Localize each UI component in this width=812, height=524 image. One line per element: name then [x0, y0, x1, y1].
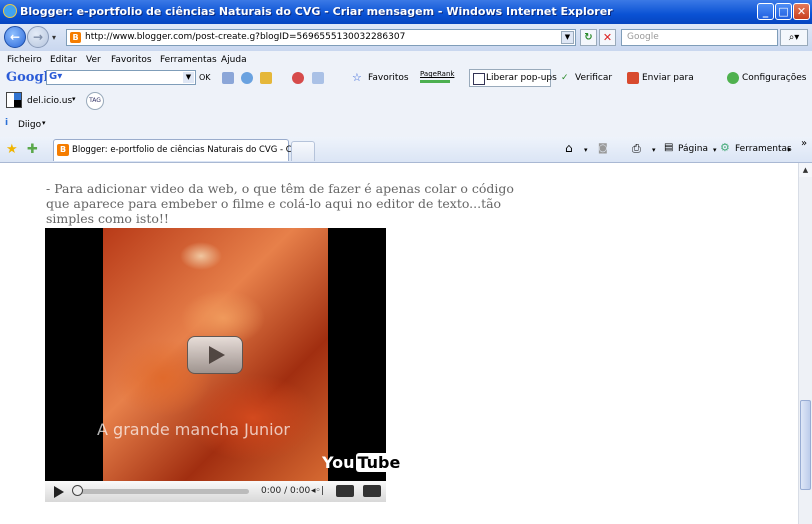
home-icon[interactable]: ⌂: [565, 141, 573, 155]
youtube-embed[interactable]: A grande mancha Junior You Tube 0:00 / 0:…: [45, 228, 403, 502]
blogger-favicon-icon: B: [70, 32, 81, 43]
google-dropdown-icon[interactable]: ▼: [183, 72, 194, 83]
diigo-logo-icon: i: [5, 118, 9, 128]
youtube-logo-tube: Tube: [355, 453, 403, 472]
favorites-center-icon[interactable]: ★: [6, 142, 18, 157]
youtube-logo[interactable]: You Tube: [322, 453, 403, 472]
close-button[interactable]: ✕: [793, 3, 810, 20]
settings-icon: [727, 72, 739, 84]
delicious-logo-icon[interactable]: [6, 92, 22, 108]
search-site-icon[interactable]: [241, 72, 253, 84]
ferramentas-dropdown-icon[interactable]: ▾: [787, 146, 791, 154]
progress-knob[interactable]: [72, 485, 83, 496]
scroll-thumb[interactable]: [800, 400, 811, 490]
bookmarks-icon[interactable]: [260, 72, 272, 84]
menu-ver[interactable]: Ver: [86, 55, 101, 65]
delicious-dropdown-icon[interactable]: ▾: [72, 95, 76, 103]
diigo-toolbar: i Diigo ▾: [0, 113, 812, 135]
diigo-button[interactable]: Diigo: [18, 120, 41, 130]
configuracoes-button[interactable]: Configurações: [742, 73, 806, 83]
history-dropdown-icon[interactable]: ▾: [52, 33, 56, 42]
google-search-input[interactable]: G▾ ▼: [46, 70, 196, 85]
print-dropdown-icon[interactable]: ▾: [652, 146, 656, 154]
delicious-label[interactable]: del.icio.us: [27, 96, 72, 106]
window-titlebar: Blogger: e-portfolio de ciências Naturai…: [0, 0, 812, 24]
address-dropdown-icon[interactable]: ▼: [561, 31, 574, 44]
ferramentas-menu[interactable]: Ferramentas: [735, 144, 792, 154]
time-display: 0:00 / 0:00: [261, 486, 311, 496]
address-url: http://www.blogger.com/post-create.g?blo…: [85, 32, 406, 42]
new-tab-button[interactable]: [291, 141, 315, 161]
delicious-toolbar: del.icio.us ▾ TAG: [0, 89, 812, 113]
youtube-logo-you: You: [322, 453, 355, 472]
home-dropdown-icon[interactable]: ▾: [584, 146, 588, 154]
search-button[interactable]: ⌕▾: [780, 29, 808, 46]
fullscreen-icon[interactable]: [363, 485, 381, 497]
tab-bar: ★ ✚ B Blogger: e-portfolio de ciências N…: [0, 137, 812, 163]
pagerank-indicator[interactable]: PageRank: [420, 70, 454, 78]
tab-title: Blogger: e-portfolio de ciências Naturai…: [72, 145, 311, 155]
address-bar-row: ← → ▾ B http://www.blogger.com/post-crea…: [0, 24, 812, 51]
screen-size-icon[interactable]: [336, 485, 354, 497]
add-favorites-icon[interactable]: ✚: [27, 142, 38, 157]
menu-ajuda[interactable]: Ajuda: [221, 55, 247, 65]
liberar-popups-button[interactable]: Liberar pop-ups: [469, 69, 557, 87]
rss-feed-icon[interactable]: ◙: [598, 143, 608, 154]
minimize-button[interactable]: _: [757, 3, 774, 20]
tag-button[interactable]: TAG: [86, 92, 104, 110]
pagina-menu[interactable]: Página: [678, 144, 708, 154]
vertical-scrollbar[interactable]: ▲: [798, 163, 812, 524]
search-input[interactable]: Google: [621, 29, 778, 46]
send-to-icon: [627, 72, 639, 84]
volume-icon[interactable]: ◂◦|: [311, 486, 324, 496]
popup-icon[interactable]: [312, 72, 324, 84]
google-ok-button[interactable]: OK: [199, 73, 211, 82]
forward-button[interactable]: →: [27, 26, 49, 48]
enviar-para-button[interactable]: Enviar para: [642, 73, 694, 83]
tools-gear-icon: ⚙: [720, 141, 730, 154]
scroll-up-icon[interactable]: ▲: [799, 163, 812, 177]
post-body-text[interactable]: - Para adicionar video da web, o que têm…: [46, 181, 526, 226]
pagerank-bar: [420, 80, 450, 83]
verificar-button[interactable]: Verificar: [575, 73, 612, 83]
menu-editar[interactable]: Editar: [50, 55, 77, 65]
news-icon[interactable]: [222, 72, 234, 84]
back-button[interactable]: ←: [4, 26, 26, 48]
menu-bar: Ficheiro Editar Ver Favoritos Ferramenta…: [0, 52, 812, 68]
more-chevron-icon[interactable]: »: [801, 138, 807, 149]
stop-button[interactable]: ✕: [599, 29, 616, 46]
video-controls: 0:00 / 0:00 ◂◦|: [45, 481, 386, 502]
diigo-dropdown-icon[interactable]: ▾: [42, 119, 46, 127]
pagina-dropdown-icon[interactable]: ▾: [713, 146, 717, 154]
ie-logo-icon: [3, 4, 17, 18]
popup-blocker-icon: [473, 73, 485, 85]
favoritos-button[interactable]: Favoritos: [368, 73, 409, 83]
translate-icon[interactable]: [292, 72, 304, 84]
menu-ficheiro[interactable]: Ficheiro: [7, 55, 42, 65]
maximize-button[interactable]: □: [775, 3, 792, 20]
google-g-icon: G▾: [49, 71, 63, 82]
google-toolbar: Google G▾ ▼ OK ☆ Favoritos PageRank Libe…: [0, 68, 812, 89]
play-icon[interactable]: [54, 486, 64, 498]
spellcheck-icon: ✓: [561, 73, 569, 83]
print-icon[interactable]: ⎙: [632, 142, 641, 156]
address-field[interactable]: B http://www.blogger.com/post-create.g?b…: [66, 29, 576, 46]
refresh-button[interactable]: ↻: [580, 29, 597, 46]
menu-favoritos[interactable]: Favoritos: [111, 55, 152, 65]
liberar-popups-label: Liberar pop-ups: [486, 73, 557, 83]
window-title: Blogger: e-portfolio de ciências Naturai…: [20, 5, 613, 18]
page-icon: ▤: [664, 142, 674, 153]
video-overlay-caption: A grande mancha Junior: [97, 420, 290, 439]
tab-favicon-icon: B: [57, 144, 69, 156]
progress-bar[interactable]: [73, 489, 249, 494]
favorites-star-icon[interactable]: ☆: [352, 71, 362, 84]
menu-ferramentas[interactable]: Ferramentas: [160, 55, 217, 65]
play-overlay-button[interactable]: [187, 336, 243, 374]
tab-blogger[interactable]: B Blogger: e-portfolio de ciências Natur…: [53, 139, 311, 161]
